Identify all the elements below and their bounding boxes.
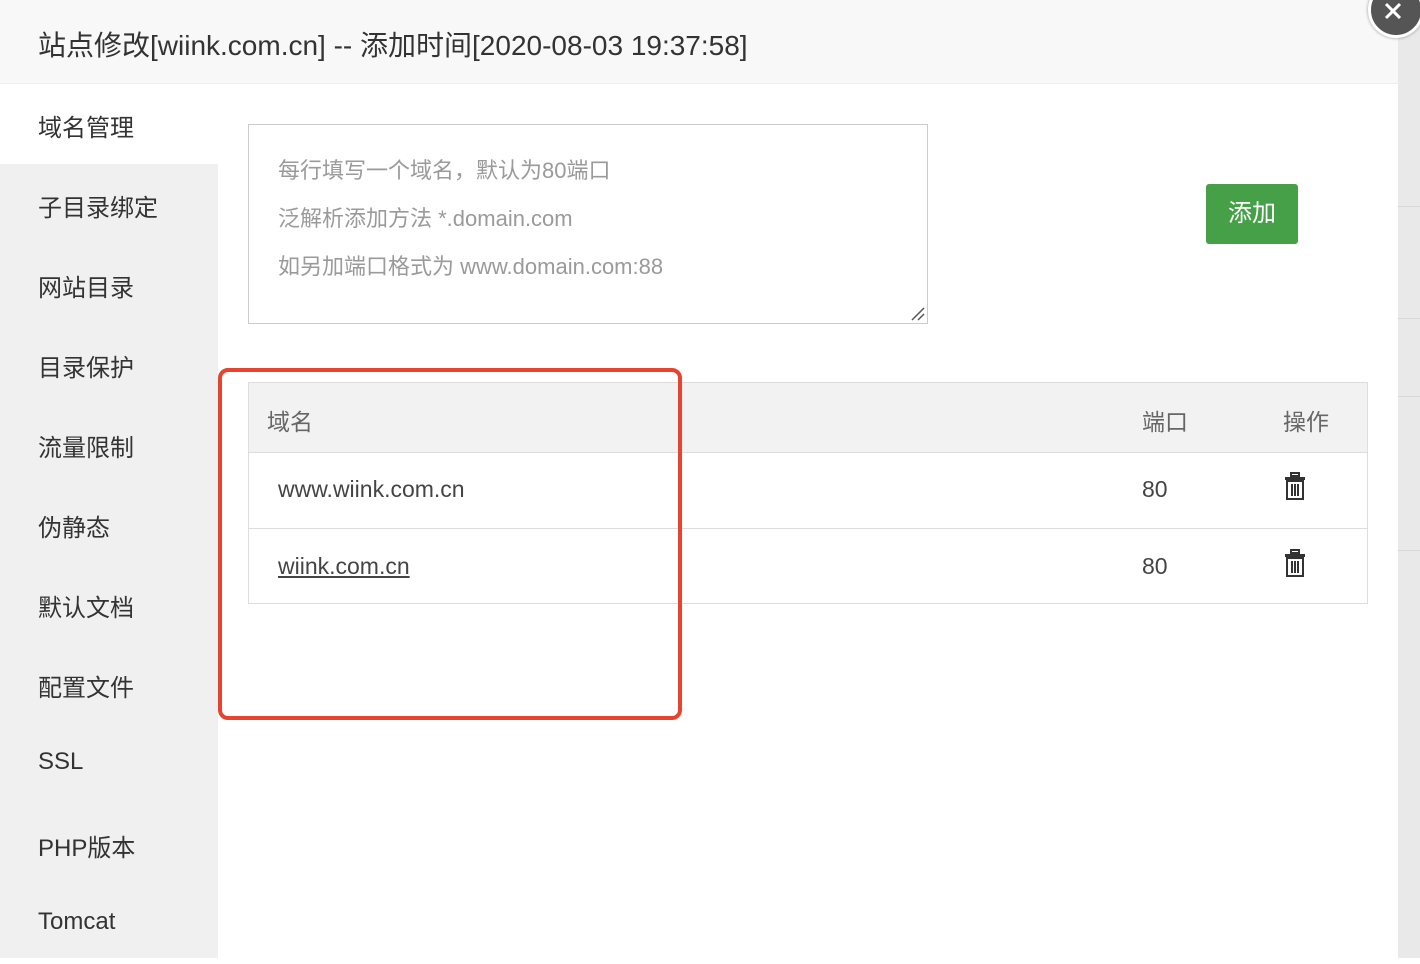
sidebar-item-label: 伪静态 [38, 515, 110, 542]
domain-input[interactable]: 每行填写一个域名，默认为80端口 泛解析添加方法 *.domain.com 如另… [248, 124, 928, 324]
dialog-titlebar: 站点修改[wiink.com.cn] -- 添加时间[2020-08-03 19… [0, 0, 1398, 84]
table-row: www.wiink.com.cn 80 [249, 452, 1367, 529]
sidebar-item-subdirectory-binding[interactable]: 子目录绑定 [0, 164, 218, 244]
sidebar-item-rewrite[interactable]: 伪静态 [0, 484, 218, 564]
domain-link[interactable]: wiink.com.cn [278, 553, 410, 580]
sidebar-item-label: 子目录绑定 [38, 195, 158, 222]
resize-grip-icon[interactable] [909, 305, 925, 321]
dialog-title: 站点修改[wiink.com.cn] -- 添加时间[2020-08-03 19… [38, 30, 748, 61]
header-domain: 域名 [267, 409, 313, 435]
sidebar-item-label: PHP版本 [38, 835, 136, 862]
sidebar-item-label: 网站目录 [38, 275, 134, 302]
sidebar-item-label: 配置文件 [38, 675, 134, 702]
sidebar-item-label: 默认文档 [38, 595, 134, 622]
sidebar-item-tomcat[interactable]: Tomcat [0, 884, 218, 964]
header-port: 端口 [1142, 409, 1188, 435]
trash-icon[interactable] [1284, 472, 1306, 500]
domain-input-placeholder-line: 如另加端口格式为 www.domain.com:88 [278, 254, 664, 279]
sidebar-item-ssl[interactable]: SSL [0, 724, 218, 804]
domain-table: 域名 端口 操作 www.wiink.com.cn 80 wiink.com.c… [248, 382, 1368, 604]
sidebar-item-directory-protection[interactable]: 目录保护 [0, 324, 218, 404]
sidebar-item-label: 流量限制 [38, 435, 134, 462]
table-row: wiink.com.cn 80 [249, 529, 1367, 605]
sidebar-item-default-document[interactable]: 默认文档 [0, 564, 218, 644]
header-action: 操作 [1283, 409, 1329, 435]
add-domain-button[interactable]: 添加 [1206, 184, 1298, 244]
site-edit-dialog: 站点修改[wiink.com.cn] -- 添加时间[2020-08-03 19… [0, 0, 1398, 958]
port-cell: 80 [1142, 553, 1168, 579]
background-page-strip [1398, 0, 1420, 958]
domain-input-placeholder-line: 每行填写一个域名，默认为80端口 [278, 158, 611, 183]
sidebar-item-label: 域名管理 [38, 115, 134, 142]
table-header: 域名 端口 操作 [249, 383, 1367, 453]
sidebar-item-label: SSL [38, 748, 84, 775]
sidebar-item-domain-management[interactable]: 域名管理 [0, 84, 218, 164]
trash-icon[interactable] [1284, 549, 1306, 577]
port-cell: 80 [1142, 476, 1168, 502]
domain-input-placeholder-line: 泛解析添加方法 *.domain.com [278, 206, 573, 231]
sidebar-item-label: Tomcat [38, 908, 116, 935]
sidebar-item-label: 目录保护 [38, 355, 134, 382]
sidebar-item-php-version[interactable]: PHP版本 [0, 804, 218, 884]
domain-cell: www.wiink.com.cn [278, 476, 465, 502]
sidebar-item-config-file[interactable]: 配置文件 [0, 644, 218, 724]
sidebar-item-traffic-limit[interactable]: 流量限制 [0, 404, 218, 484]
settings-sidebar: 域名管理 子目录绑定 网站目录 目录保护 流量限制 伪静态 默认文档 配置文件 … [0, 84, 218, 958]
close-icon [1384, 2, 1402, 20]
sidebar-item-site-directory[interactable]: 网站目录 [0, 244, 218, 324]
